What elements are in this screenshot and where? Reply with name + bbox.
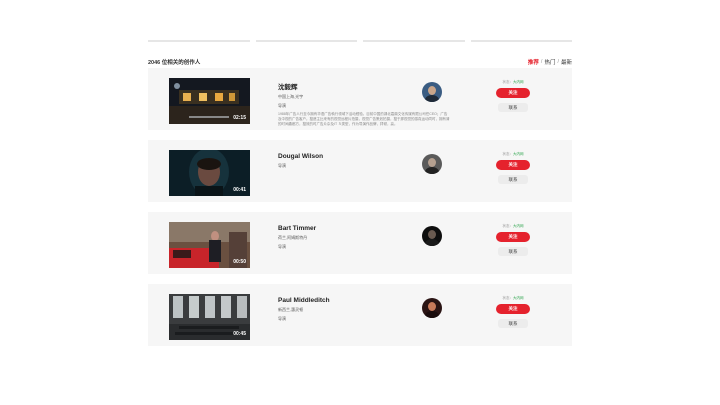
video-duration: 00:41 — [233, 187, 246, 193]
creator-card: 00:45 Paul Middleditch 新西兰,惠灵顿 导演 状态：大内网… — [148, 284, 572, 346]
contact-button[interactable]: 联系 — [498, 103, 528, 112]
status-value: 大内网 — [513, 296, 524, 300]
video-thumbnail[interactable]: 00:41 — [169, 150, 250, 196]
creator-role: 导演 — [278, 103, 286, 108]
creator-card: 02:15 沈毅辉 中国上海,光宇 导演 1988年广告人行至今拥有华语广告執行… — [148, 68, 572, 130]
filter-separator: / — [557, 59, 559, 65]
avatar-face — [428, 230, 436, 239]
status-line: 状态：大内网 — [503, 296, 524, 301]
creator-card: 00:41 Dougal Wilson 导演 状态：大内网 关注 联系 — [148, 140, 572, 202]
video-thumbnail[interactable]: 00:45 — [169, 294, 250, 340]
filter-separator: / — [540, 59, 543, 65]
list-header: 2046 位相关的创作人 推荐 / 热门 / 最新 — [148, 56, 572, 68]
creator-actions: 状态：大内网 关注 联系 — [496, 152, 530, 184]
avatar[interactable] — [422, 82, 442, 102]
creator-actions: 状态：大内网 关注 联系 — [496, 80, 530, 112]
avatar[interactable] — [422, 154, 442, 174]
video-thumbnail[interactable]: 02:15 — [169, 78, 250, 124]
creator-card: 00:50 Bart Timmer 荷兰,阿姆斯特丹 导演 状态：大内网 关注 … — [148, 212, 572, 274]
sort-filters: 推荐 / 热门 / 最新 — [528, 58, 572, 66]
contact-button[interactable]: 联系 — [498, 175, 528, 184]
avatar-body — [425, 311, 439, 318]
filter-recommended[interactable]: 推荐 — [528, 58, 539, 66]
top-tab[interactable] — [363, 40, 465, 42]
status-label: 状态： — [502, 80, 514, 84]
page-title: 2046 位相关的创作人 — [148, 60, 201, 66]
avatar-face — [428, 302, 436, 311]
avatar-face — [428, 158, 436, 167]
video-duration: 02:15 — [233, 115, 246, 121]
creator-description: 1988年广告人行至今拥有华语广告執行领域下活动經验。目前中国的湖北嘉鼎文化传媒… — [278, 112, 450, 126]
follow-button[interactable]: 关注 — [496, 160, 530, 170]
avatar[interactable] — [422, 298, 442, 318]
status-label: 状态： — [502, 224, 514, 228]
filter-popular[interactable]: 热门 — [544, 58, 555, 66]
top-tab-bar — [148, 40, 572, 43]
filter-latest[interactable]: 最新 — [561, 58, 572, 66]
status-line: 状态：大内网 — [503, 80, 524, 85]
status-label: 状态： — [502, 296, 514, 300]
video-duration: 00:45 — [233, 331, 246, 337]
top-tab[interactable] — [470, 40, 572, 42]
top-tab[interactable] — [148, 40, 250, 42]
creator-actions: 状态：大内网 关注 联系 — [496, 224, 530, 256]
creator-list: 02:15 沈毅辉 中国上海,光宇 导演 1988年广告人行至今拥有华语广告執行… — [148, 68, 572, 356]
avatar-body — [425, 167, 439, 174]
top-tab[interactable] — [255, 40, 357, 42]
avatar-body — [425, 239, 439, 246]
status-label: 状态： — [502, 152, 514, 156]
video-duration: 00:50 — [233, 259, 246, 265]
follow-button[interactable]: 关注 — [496, 304, 530, 314]
contact-button[interactable]: 联系 — [498, 247, 528, 256]
avatar-face — [428, 86, 436, 95]
follow-button[interactable]: 关注 — [496, 232, 530, 242]
status-line: 状态：大内网 — [503, 152, 524, 157]
creator-actions: 状态：大内网 关注 联系 — [496, 296, 530, 328]
video-thumbnail[interactable]: 00:50 — [169, 222, 250, 268]
avatar[interactable] — [422, 226, 442, 246]
status-line: 状态：大内网 — [503, 224, 524, 229]
status-value: 大内网 — [513, 152, 524, 156]
follow-button[interactable]: 关注 — [496, 88, 530, 98]
avatar-body — [425, 95, 439, 102]
status-value: 大内网 — [513, 224, 524, 228]
status-value: 大内网 — [513, 80, 524, 84]
contact-button[interactable]: 联系 — [498, 319, 528, 328]
